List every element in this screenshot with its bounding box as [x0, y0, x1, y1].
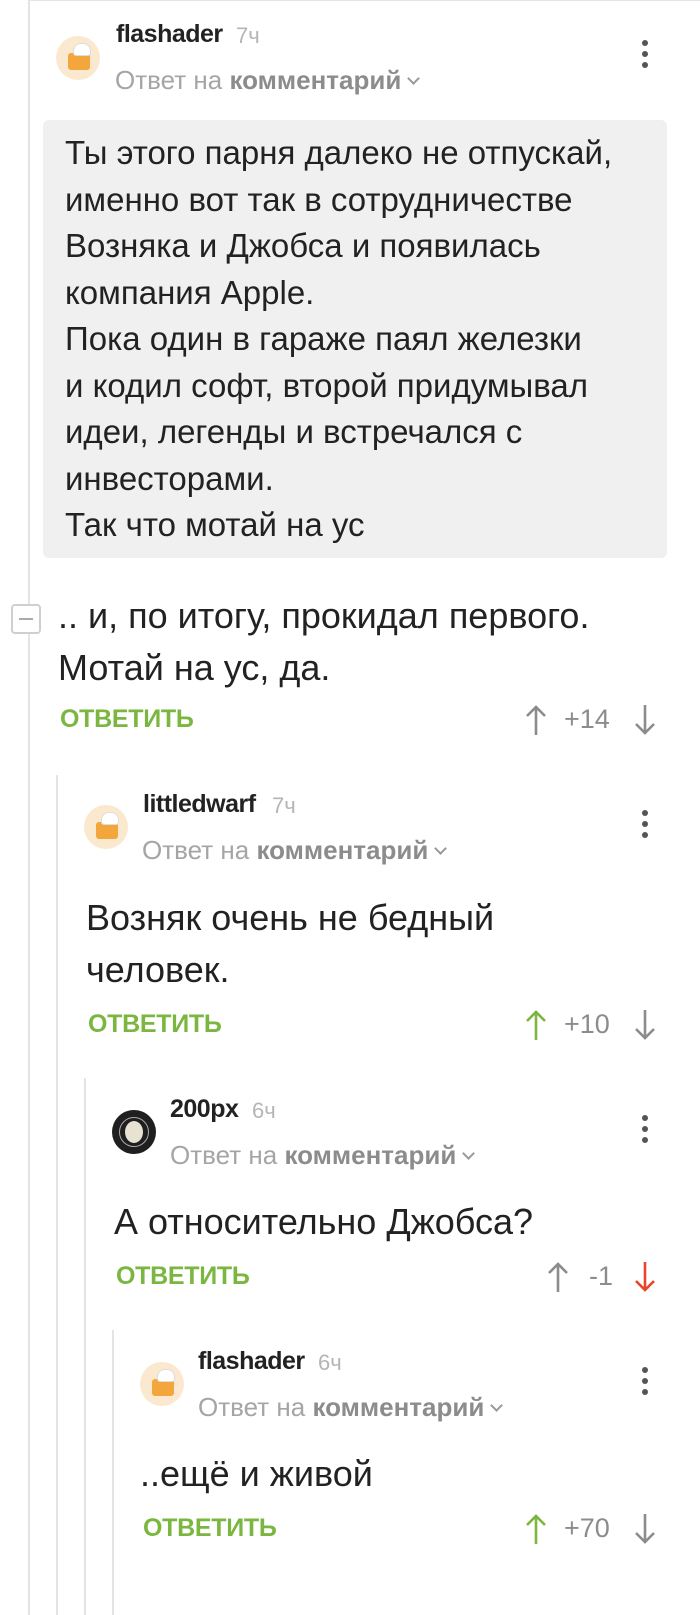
reply-to-target[interactable]: комментарий — [312, 1392, 484, 1422]
rating-value: +14 — [564, 704, 610, 734]
avatar-chef-icon[interactable] — [56, 36, 100, 80]
reply-to-prefix: Ответ на — [170, 1140, 278, 1170]
reply-button[interactable]: ОТВЕТИТЬ — [60, 705, 194, 734]
downvote-arrow-icon[interactable] — [633, 703, 657, 737]
reply-to-prefix: Ответ на — [198, 1392, 306, 1422]
reply-to-link[interactable]: Ответ на комментарий — [198, 1392, 504, 1423]
chevron-down-icon[interactable] — [434, 842, 448, 855]
chevron-down-icon[interactable] — [407, 72, 421, 85]
downvote-arrow-icon[interactable] — [633, 1512, 657, 1546]
more-vertical-icon[interactable] — [640, 1115, 648, 1145]
reply-button[interactable]: ОТВЕТИТЬ — [88, 1010, 222, 1039]
reply-to-prefix: Ответ на — [142, 835, 250, 865]
thread-line-level-0 — [28, 0, 30, 1615]
quoted-comment: Ты этого парня далеко не отпускай, именн… — [43, 120, 667, 558]
comment-time: 7ч — [272, 793, 296, 818]
comment-time: 6ч — [252, 1098, 276, 1123]
rating-value: +70 — [564, 1513, 610, 1543]
reply-to-target[interactable]: комментарий — [284, 1140, 456, 1170]
comment-text-line: Мотай на ус, да. — [58, 647, 331, 688]
comment-text-line: Возняк очень не бедный — [86, 897, 495, 938]
comment-text-line: А относительно Джобса? — [114, 1201, 534, 1242]
reply-button[interactable]: ОТВЕТИТЬ — [143, 1514, 277, 1543]
collapse-minus-icon[interactable] — [11, 604, 41, 634]
downvote-arrow-icon[interactable] — [633, 1260, 657, 1294]
avatar-portrait-icon[interactable] — [112, 1110, 156, 1154]
reply-button[interactable]: ОТВЕТИТЬ — [116, 1262, 250, 1291]
reply-to-target[interactable]: комментарий — [256, 835, 428, 865]
comment-username[interactable]: 200px — [170, 1095, 239, 1124]
comment-time: 7ч — [236, 23, 260, 48]
more-vertical-icon[interactable] — [640, 1367, 648, 1397]
thread-line-level-3 — [112, 1330, 114, 1615]
reply-to-prefix: Ответ на — [115, 65, 223, 95]
rating-value: -1 — [589, 1261, 614, 1291]
top-divider — [28, 0, 700, 1]
upvote-arrow-icon[interactable] — [524, 1512, 548, 1546]
upvote-arrow-icon[interactable] — [524, 1008, 548, 1042]
reply-to-link[interactable]: Ответ на комментарий — [170, 1140, 476, 1171]
upvote-arrow-icon[interactable] — [546, 1260, 570, 1294]
comment-username[interactable]: flashader — [198, 1347, 305, 1376]
more-vertical-icon[interactable] — [640, 810, 648, 840]
reply-to-link[interactable]: Ответ на комментарий — [115, 65, 421, 96]
rating-value: +10 — [564, 1009, 610, 1039]
thread-line-level-2 — [84, 1078, 86, 1615]
reply-to-link[interactable]: Ответ на комментарий — [142, 835, 448, 866]
chevron-down-icon[interactable] — [462, 1147, 476, 1160]
more-vertical-icon[interactable] — [640, 40, 648, 70]
avatar-chef-icon[interactable] — [140, 1362, 184, 1406]
comment-username[interactable]: littledwarf — [143, 790, 256, 819]
downvote-arrow-icon[interactable] — [633, 1008, 657, 1042]
comment-text-line: .. и, по итогу, прокидал первого. — [58, 595, 590, 636]
reply-to-target[interactable]: комментарий — [229, 65, 401, 95]
quoted-text: Ты этого парня далеко не отпускай, именн… — [65, 134, 613, 543]
comment-username[interactable]: flashader — [116, 20, 223, 49]
comment-text-line: человек. — [86, 949, 230, 990]
comment-text-line: ..ещё и живой — [140, 1453, 373, 1494]
comment-time: 6ч — [318, 1350, 342, 1375]
upvote-arrow-icon[interactable] — [524, 703, 548, 737]
chevron-down-icon[interactable] — [490, 1399, 504, 1412]
avatar-chef-icon[interactable] — [84, 805, 128, 849]
thread-line-level-1 — [56, 775, 58, 1615]
